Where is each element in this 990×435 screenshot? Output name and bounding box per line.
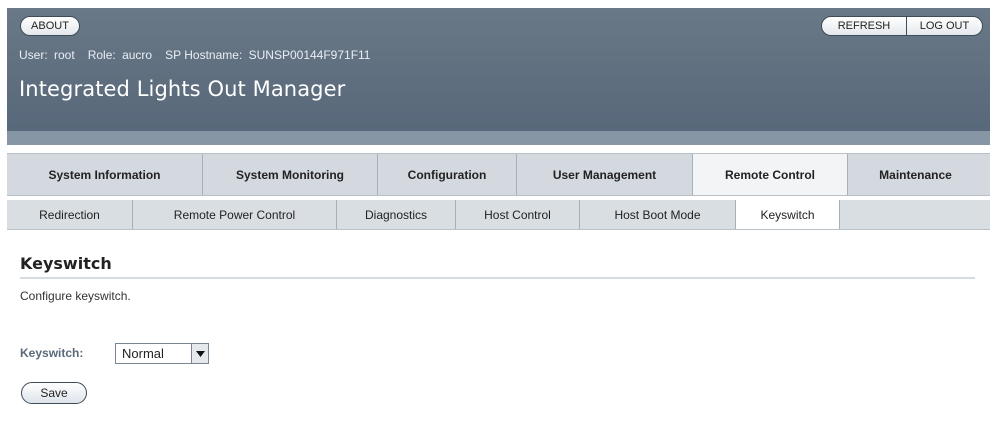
- keyswitch-label: Keyswitch:: [20, 346, 84, 360]
- header-divider: [7, 131, 990, 145]
- title-divider: [20, 277, 975, 279]
- sub-tab-bar: Redirection Remote Power Control Diagnos…: [7, 200, 990, 230]
- subtab-remote-power-control[interactable]: Remote Power Control: [133, 200, 337, 229]
- hostname-label: SP Hostname:: [165, 48, 243, 62]
- tab-remote-control[interactable]: Remote Control: [693, 154, 848, 195]
- tab-user-management[interactable]: User Management: [517, 154, 693, 195]
- keyswitch-select[interactable]: Normal: [115, 343, 209, 364]
- save-button[interactable]: Save: [21, 382, 87, 404]
- page-title: Keyswitch: [20, 254, 112, 273]
- app-title: Integrated Lights Out Manager: [19, 77, 346, 101]
- about-button[interactable]: ABOUT: [20, 16, 80, 36]
- dropdown-arrow-icon[interactable]: [191, 344, 208, 363]
- masthead: ABOUT REFRESH LOG OUT User: root Role: a…: [7, 8, 990, 145]
- tab-configuration[interactable]: Configuration: [378, 154, 517, 195]
- tab-system-information[interactable]: System Information: [7, 154, 203, 195]
- header-actions: REFRESH LOG OUT: [821, 16, 983, 36]
- user-label: User:: [19, 48, 48, 62]
- user-value: root: [54, 48, 75, 62]
- page-description: Configure keyswitch.: [20, 289, 131, 303]
- subtab-redirection[interactable]: Redirection: [7, 200, 133, 229]
- subtab-host-boot-mode[interactable]: Host Boot Mode: [580, 200, 736, 229]
- subtab-diagnostics[interactable]: Diagnostics: [337, 200, 456, 229]
- hostname-value: SUNSP00144F971F11: [248, 48, 371, 62]
- refresh-button[interactable]: REFRESH: [822, 17, 907, 35]
- tab-system-monitoring[interactable]: System Monitoring: [203, 154, 378, 195]
- logout-button[interactable]: LOG OUT: [907, 17, 982, 35]
- subtab-host-control[interactable]: Host Control: [456, 200, 580, 229]
- keyswitch-selected-value: Normal: [122, 346, 164, 361]
- role-label: Role:: [87, 48, 116, 62]
- subtab-keyswitch[interactable]: Keyswitch: [736, 200, 840, 229]
- main-tab-bar: System Information System Monitoring Con…: [7, 153, 990, 196]
- session-info: User: root Role: aucro SP Hostname: SUNS…: [19, 48, 373, 62]
- role-value: aucro: [122, 48, 153, 62]
- tab-maintenance[interactable]: Maintenance: [848, 154, 983, 195]
